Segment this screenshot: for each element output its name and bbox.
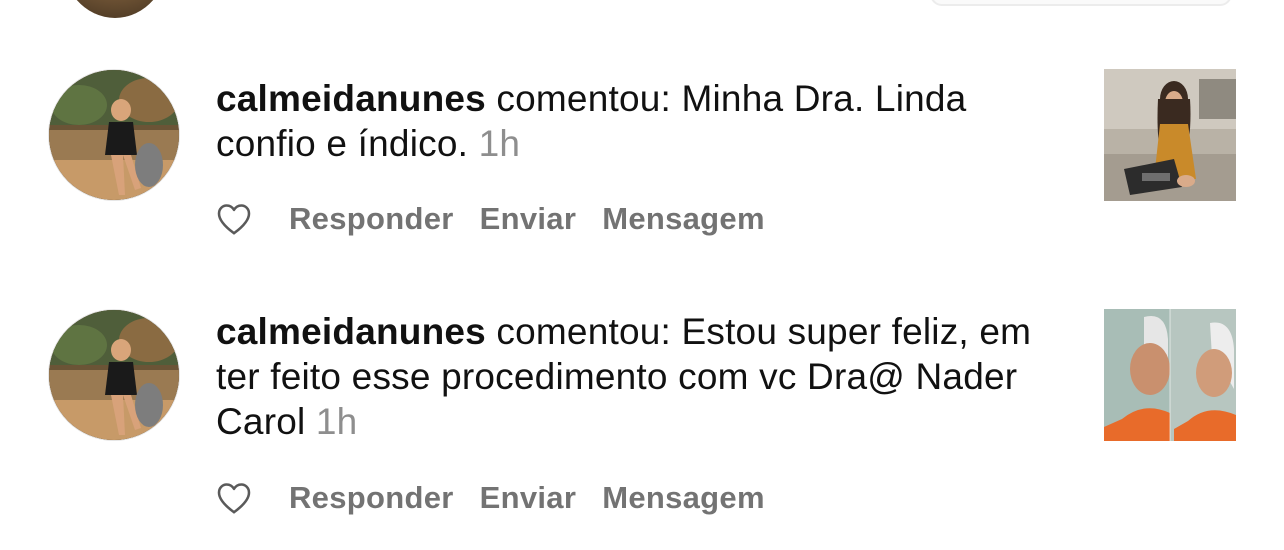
avatar[interactable] [49,310,179,440]
message-button[interactable]: Mensagem [602,201,765,237]
username[interactable]: calmeidanunes [216,78,486,119]
notification-verb: comentou: [496,78,671,119]
previous-notification-avatar[interactable] [60,0,170,18]
notification-verb: comentou: [496,311,671,352]
message-button[interactable]: Mensagem [602,480,765,516]
activity-feed: calmeidanunes comentou: Minha Dra. Linda… [0,0,1284,550]
timestamp: 1h [478,123,521,164]
previous-notification-button[interactable] [930,0,1232,6]
post-thumbnail[interactable] [1104,309,1236,441]
heart-outline-icon[interactable] [216,202,252,236]
heart-outline-icon[interactable] [216,481,252,515]
comment-actions: Responder Enviar Mensagem [216,476,791,520]
reply-button[interactable]: Responder [289,480,454,516]
avatar[interactable] [49,70,179,200]
send-button[interactable]: Enviar [480,480,577,516]
username[interactable]: calmeidanunes [216,311,486,352]
reply-button[interactable]: Responder [289,201,454,237]
post-thumbnail[interactable] [1104,69,1236,201]
comment-actions: Responder Enviar Mensagem [216,197,791,241]
notification-text: calmeidanunes comentou: Estou super feli… [216,309,1046,444]
notification-text: calmeidanunes comentou: Minha Dra. Linda… [216,76,1046,166]
timestamp: 1h [315,401,358,442]
send-button[interactable]: Enviar [480,201,577,237]
